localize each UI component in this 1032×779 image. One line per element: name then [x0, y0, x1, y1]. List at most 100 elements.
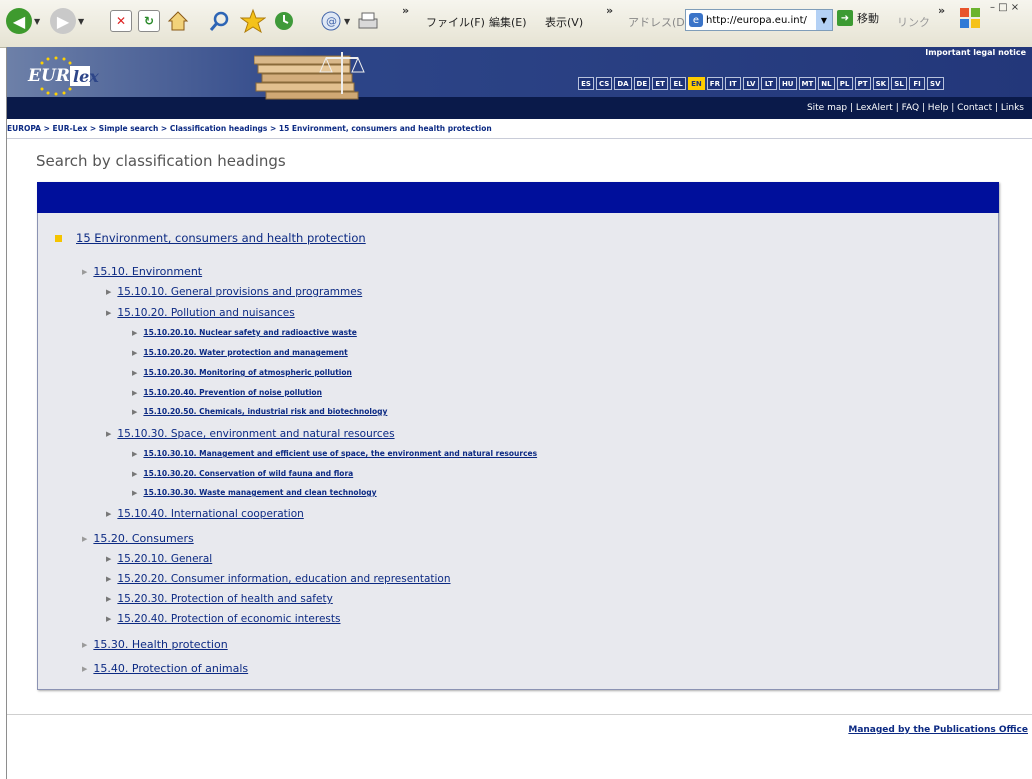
language-fi[interactable]: FI: [909, 77, 926, 90]
go-button[interactable]: ➜ 移動: [837, 10, 879, 26]
expand-arrow-icon: ▶: [132, 388, 138, 397]
tree-root: 15 Environment, consumers and health pro…: [55, 231, 366, 245]
language-de[interactable]: DE: [633, 77, 651, 90]
tree-item-level-3: ▶ 15.10.30.10. Management and efficient u…: [132, 449, 537, 458]
window-controls[interactable]: – □ ×: [990, 2, 1019, 13]
tree-item-link[interactable]: 15.10.20.50. Chemicals, industrial risk …: [143, 407, 387, 416]
language-mt[interactable]: MT: [798, 77, 817, 90]
expand-arrow-icon: ▶: [132, 368, 138, 377]
expand-arrow-icon: ▶: [132, 328, 138, 337]
language-sk[interactable]: SK: [872, 77, 890, 90]
language-hu[interactable]: HU: [778, 77, 797, 90]
publications-office-link[interactable]: Managed by the Publications Office: [848, 725, 1028, 735]
go-label: 移動: [857, 12, 879, 25]
tree-item-link[interactable]: 15.10.30.30. Waste management and clean …: [143, 488, 376, 497]
language-fr[interactable]: FR: [706, 77, 723, 90]
svg-text:lex: lex: [73, 67, 99, 86]
top-links: Site map | LexAlert | FAQ | Help | Conta…: [807, 103, 1024, 113]
tree-item-link[interactable]: 15.10.20.30. Monitoring of atmospheric p…: [143, 368, 351, 377]
address-url: http://europa.eu.int/: [706, 14, 807, 26]
tree-root-link[interactable]: 15 Environment, consumers and health pro…: [76, 231, 366, 245]
eurlex-logo[interactable]: EUR lex: [20, 54, 104, 96]
tree-item-link[interactable]: 15.20.40. Protection of economic interes…: [117, 613, 340, 625]
tree-item-level-2: ▶ 15.10.40. International cooperation: [106, 508, 304, 520]
mail-button[interactable]: @ ▼: [320, 6, 350, 36]
back-button[interactable]: ◀ ▼: [6, 6, 40, 36]
tree-item-link[interactable]: 15.10. Environment: [93, 265, 202, 278]
tree-item-link[interactable]: 15.20.10. General: [117, 553, 212, 565]
expand-arrow-icon: ▶: [132, 449, 138, 458]
go-arrow-icon: ➜: [837, 10, 853, 26]
tree-item-link[interactable]: 15.10.30.20. Conservation of wild fauna …: [143, 469, 353, 478]
top-link-links[interactable]: Links: [1001, 103, 1024, 113]
tree-item-link[interactable]: 15.10.20.10. Nuclear safety and radioact…: [143, 328, 356, 337]
links-overflow-icon[interactable]: »: [938, 4, 945, 17]
tree-item-level-2: ▶ 15.10.20. Pollution and nuisances: [106, 307, 295, 319]
language-lt[interactable]: LT: [760, 77, 777, 90]
toolbar-overflow-icon[interactable]: »: [402, 4, 409, 17]
tree-item-link[interactable]: 15.10.20.40. Prevention of noise polluti…: [143, 388, 322, 397]
top-link-help[interactable]: Help: [928, 103, 949, 113]
top-link-faq[interactable]: FAQ: [902, 103, 919, 113]
tree-item-link[interactable]: 15.20.20. Consumer information, educatio…: [117, 573, 450, 585]
home-button[interactable]: [166, 6, 190, 36]
top-link-site-map[interactable]: Site map: [807, 103, 847, 113]
stop-button[interactable]: ✕: [110, 6, 132, 36]
tree-item-link[interactable]: 15.10.40. International cooperation: [117, 508, 303, 520]
legal-notice-link[interactable]: Important legal notice: [925, 48, 1026, 57]
language-es[interactable]: ES: [578, 77, 594, 90]
expand-arrow-icon: ▶: [82, 267, 88, 276]
menu-file[interactable]: ファイル(F): [426, 14, 485, 30]
address-field[interactable]: e http://europa.eu.int/ ▼: [685, 9, 833, 31]
language-pl[interactable]: PL: [836, 77, 853, 90]
tree-item-link[interactable]: 15.20.30. Protection of health and safet…: [117, 593, 332, 605]
tree-item-link[interactable]: 15.20. Consumers: [93, 532, 193, 545]
tree-item-link[interactable]: 15.10.20.20. Water protection and manage…: [143, 348, 347, 357]
expand-arrow-icon: ▶: [106, 430, 112, 438]
tree-item-level-2: ▶ 15.20.40. Protection of economic intere…: [106, 613, 341, 625]
search-button[interactable]: [208, 6, 232, 36]
links-label[interactable]: リンク: [897, 14, 930, 30]
tree-item-link[interactable]: 15.10.30.10. Management and efficient us…: [143, 449, 537, 458]
language-sl[interactable]: SL: [891, 77, 908, 90]
favorites-button[interactable]: [240, 6, 266, 36]
history-button[interactable]: [272, 6, 296, 36]
tree-item-link[interactable]: 15.10.30. Space, environment and natural…: [117, 428, 394, 440]
windows-flag-icon: [960, 8, 980, 28]
refresh-icon: ↻: [138, 10, 160, 32]
language-it[interactable]: IT: [724, 77, 741, 90]
tree-item-level-3: ▶ 15.10.30.30. Waste management and clean…: [132, 488, 377, 497]
tree-item-link[interactable]: 15.40. Protection of animals: [93, 662, 248, 675]
refresh-button[interactable]: ↻: [138, 6, 160, 36]
browser-toolbar: ◀ ▼ ▶ ▼ ✕ ↻ @ ▼ » ファイル(F) 編集(E) 表示(V) » アドレ…: [0, 0, 1032, 48]
top-link-lexalert[interactable]: LexAlert: [856, 103, 893, 113]
breadcrumb[interactable]: EUROPA > EUR-Lex > Simple search > Class…: [7, 124, 492, 133]
language-en[interactable]: EN: [688, 77, 705, 90]
language-nl[interactable]: NL: [818, 77, 835, 90]
search-icon: [209, 11, 229, 31]
window-left-border: [6, 47, 7, 779]
expand-arrow-icon: ▶: [132, 407, 138, 416]
language-pt[interactable]: PT: [854, 77, 871, 90]
language-et[interactable]: ET: [652, 77, 669, 90]
stop-icon: ✕: [110, 10, 132, 32]
tree-item-link[interactable]: 15.10.20. Pollution and nuisances: [117, 307, 294, 319]
forward-button[interactable]: ▶ ▼: [50, 6, 84, 36]
chevron-down-icon[interactable]: ▼: [816, 10, 832, 30]
language-el[interactable]: EL: [670, 77, 687, 90]
language-cs[interactable]: CS: [596, 77, 613, 90]
expand-arrow-icon: ▶: [106, 288, 112, 296]
tree-item-level-2: ▶ 15.20.30. Protection of health and safe…: [106, 593, 333, 605]
tree-item-link[interactable]: 15.10.10. General provisions and program…: [117, 286, 362, 298]
tree-item-link[interactable]: 15.30. Health protection: [93, 638, 227, 651]
language-lv[interactable]: LV: [742, 77, 759, 90]
top-link-contact[interactable]: Contact: [957, 103, 992, 113]
menu-overflow-icon[interactable]: »: [606, 4, 613, 17]
menu-view[interactable]: 表示(V): [545, 14, 583, 30]
expand-arrow-icon: ▶: [106, 309, 112, 317]
language-sv[interactable]: SV: [927, 77, 944, 90]
menu-edit[interactable]: 編集(E): [489, 14, 527, 30]
language-da[interactable]: DA: [614, 77, 632, 90]
print-button[interactable]: [356, 6, 380, 36]
address-label: アドレス(D): [628, 16, 690, 29]
